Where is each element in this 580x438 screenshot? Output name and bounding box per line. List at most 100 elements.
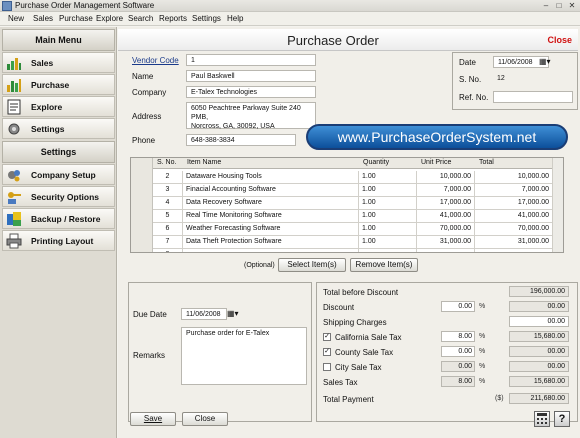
cell-price: 70,000.00 [417, 223, 475, 236]
calendar-icon[interactable]: ▦▾ [227, 309, 239, 318]
menu-explore[interactable]: Explore [96, 14, 123, 23]
sidebar-item-backup-restore[interactable]: Backup / Restore [2, 208, 115, 229]
california-tax-percent[interactable]: 8.00 [441, 331, 475, 342]
phone-field[interactable]: 648-388-3834 [186, 134, 296, 146]
main-menu-header: Main Menu [2, 29, 115, 51]
city-tax-percent: 0.00 [441, 361, 475, 372]
vendor-code-field[interactable]: 1 [186, 54, 316, 66]
window-title: Purchase Order Management Software [15, 1, 155, 10]
sales-tax-percent: 8.00 [441, 376, 475, 387]
close-button[interactable]: Close [182, 412, 228, 426]
table-row[interactable]: 5 Real Time Monitoring Software 1.00 41,… [153, 210, 553, 223]
menu-new[interactable]: New [8, 14, 24, 23]
sidebar-item-label: Purchase [31, 80, 70, 90]
minimize-icon[interactable]: – [540, 1, 552, 11]
percent-sign: % [479, 363, 486, 370]
total-before-discount-value: 196,000.00 [509, 286, 569, 297]
county-tax-checkbox[interactable]: ✓ [323, 348, 331, 356]
ref-label: Ref. No. [459, 93, 489, 102]
address-field[interactable]: 6050 Peachtree Parkway Suite 240 PMB, No… [186, 102, 316, 130]
shipping-label: Shipping Charges [323, 318, 387, 327]
cell-item: Dataware Housing Tools [183, 171, 359, 184]
col-unit-price[interactable]: Unit Price [417, 158, 475, 169]
vendor-code-link[interactable]: Vendor Code [132, 56, 179, 65]
sidebar-item-label: Settings [31, 124, 65, 134]
cell-item: Finacial Accounting Software [183, 184, 359, 197]
percent-sign: % [479, 303, 486, 310]
sidebar-item-company-setup[interactable]: Company Setup [2, 164, 115, 185]
ref-field[interactable] [493, 91, 573, 103]
sidebar-item-printing-layout[interactable]: Printing Layout [2, 230, 115, 251]
menu-purchase[interactable]: Purchase [59, 14, 93, 23]
cell-qty: 1.00 [359, 171, 417, 184]
table-row[interactable]: 3 Finacial Accounting Software 1.00 7,00… [153, 184, 553, 197]
security-icon [8, 192, 21, 204]
save-button[interactable]: Save [130, 412, 176, 426]
menu-reports[interactable]: Reports [159, 14, 187, 23]
discount-amount: 00.00 [509, 301, 569, 312]
table-row[interactable]: 2 Dataware Housing Tools 1.00 10,000.00 … [153, 171, 553, 184]
company-field[interactable]: E-Talex Technologies [186, 86, 316, 98]
table-row[interactable]: 4 Data Recovery Software 1.00 17,000.00 … [153, 197, 553, 210]
table-scrollbar[interactable] [552, 158, 563, 252]
discount-percent-field[interactable]: 0.00 [441, 301, 475, 312]
page-title: Purchase Order [287, 33, 379, 48]
cell-sno: 2 [153, 171, 183, 184]
col-quantity[interactable]: Quantity [359, 158, 417, 169]
county-tax-percent[interactable]: 0.00 [441, 346, 475, 357]
sales-tax-amount: 15,680.00 [509, 376, 569, 387]
city-tax-label: City Sale Tax [335, 363, 382, 372]
help-icon[interactable]: ? [554, 411, 570, 427]
cell-item [183, 249, 359, 252]
cell-qty: 1.00 [359, 197, 417, 210]
table-row[interactable]: 6 Weather Forecasting Software 1.00 70,0… [153, 223, 553, 236]
shipping-field[interactable]: 00.00 [509, 316, 569, 327]
col-item-name[interactable]: Item Name [183, 158, 359, 169]
remove-items-button[interactable]: Remove Item(s) [350, 258, 418, 272]
menu-search[interactable]: Search [128, 14, 153, 23]
county-tax-amount: 00.00 [509, 346, 569, 357]
close-link[interactable]: Close [547, 35, 572, 45]
name-field[interactable]: Paul Baskwell [186, 70, 316, 82]
cell-sno: 5 [153, 210, 183, 223]
due-date-field[interactable]: 11/06/2008 [181, 308, 227, 320]
sidebar-item-purchase[interactable]: Purchase [2, 74, 115, 95]
backup-icon [7, 212, 21, 226]
cell-total [475, 249, 553, 252]
cell-price [417, 249, 475, 252]
close-window-icon[interactable]: ✕ [566, 1, 578, 11]
menu-help[interactable]: Help [227, 14, 243, 23]
col-total[interactable]: Total [475, 158, 553, 169]
cell-qty: 1.00 [359, 236, 417, 249]
menu-settings[interactable]: Settings [192, 14, 221, 23]
california-tax-label: California Sale Tax [335, 333, 402, 342]
sidebar-item-security-options[interactable]: Security Options [2, 186, 115, 207]
calculator-icon[interactable] [534, 411, 550, 427]
cell-sno: 8 [153, 249, 183, 252]
city-tax-checkbox[interactable] [323, 363, 331, 371]
col-sno[interactable]: S. No. [153, 158, 183, 169]
table-row[interactable]: 7 Data Theft Protection Software 1.00 31… [153, 236, 553, 249]
percent-sign: % [479, 348, 486, 355]
calendar-icon[interactable]: ▦▾ [539, 57, 551, 66]
sales-icon [7, 58, 21, 70]
menu-sales[interactable]: Sales [33, 14, 53, 23]
sidebar-item-explore[interactable]: Explore [2, 96, 115, 117]
cell-total: 10,000.00 [475, 171, 553, 184]
cell-price: 7,000.00 [417, 184, 475, 197]
sidebar-item-label: Sales [31, 58, 54, 68]
row-gutter [131, 158, 153, 252]
select-items-button[interactable]: Select Item(s) [278, 258, 346, 272]
table-row[interactable]: 8 [153, 249, 553, 252]
totals-group: Total before Discount 196,000.00 Discoun… [316, 282, 578, 422]
sidebar-item-settings[interactable]: Settings [2, 118, 115, 139]
form-header: Purchase Order Close [118, 29, 578, 51]
website-banner: www.PurchaseOrderSystem.net [306, 124, 568, 150]
california-tax-checkbox[interactable]: ✓ [323, 333, 331, 341]
remarks-field[interactable]: Purchase order for E-Talex [181, 327, 307, 385]
name-label: Name [132, 72, 154, 81]
sidebar-item-sales[interactable]: Sales [2, 52, 115, 73]
maximize-icon[interactable]: □ [553, 1, 565, 11]
remarks-label: Remarks [133, 351, 166, 360]
cell-price: 10,000.00 [417, 171, 475, 184]
